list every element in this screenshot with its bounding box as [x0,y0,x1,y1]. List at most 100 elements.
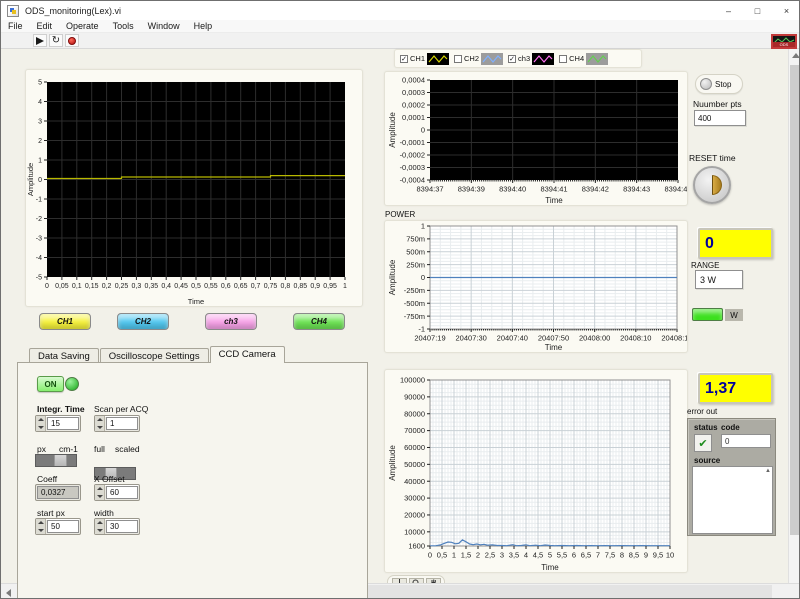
code-field[interactable]: 0 [721,434,771,448]
svg-text:10: 10 [666,551,674,560]
width-spinner[interactable]: 30 [94,518,140,535]
range-label: RANGE [691,261,719,270]
svg-text:0,75: 0,75 [264,283,278,290]
ch4-button[interactable]: CH4 [293,313,345,330]
scroll-left-icon[interactable] [6,589,11,597]
increment-arrow-icon[interactable] [36,416,45,424]
start-px-label: start px [37,508,65,518]
increment-arrow-icon[interactable] [95,519,104,527]
svg-text:2: 2 [476,551,480,560]
integr-time-label: Integr. Time [37,404,85,414]
abort-button[interactable] [65,34,79,47]
menu-file[interactable]: File [1,21,30,31]
ch2-plot-swatch[interactable] [481,53,503,65]
x-offset-spinner[interactable]: 60 [94,484,140,501]
ch4-plot-swatch[interactable] [586,53,608,65]
decrement-arrow-icon[interactable] [95,424,104,432]
scope-waveform-chart: 543210-1-2-3-4-500,050,10,150,20,250,30,… [25,69,363,307]
ccd-status-led [65,377,79,391]
svg-text:500m: 500m [406,247,425,256]
svg-text:7,5: 7,5 [605,551,615,560]
svg-text:1: 1 [421,222,425,231]
svg-text:20408:00: 20408:00 [579,334,610,343]
svg-text:0,0001: 0,0001 [402,113,425,122]
width-field[interactable]: 30 [106,520,138,533]
increment-arrow-icon[interactable] [95,485,104,493]
stop-button[interactable]: Stop [695,74,743,94]
scan-per-acq-field[interactable]: 1 [106,417,138,430]
range-combo[interactable]: 3 W [695,270,743,289]
ch3-button[interactable]: ch3 [205,313,257,330]
scroll-up-icon[interactable]: ▲ [765,468,771,474]
ch1-button[interactable]: CH1 [39,313,91,330]
minimize-button[interactable]: – [714,1,743,20]
ch3-plot-swatch[interactable] [532,53,554,65]
switch-handle[interactable] [54,455,67,466]
svg-text:80000: 80000 [404,409,425,418]
svg-text:250m: 250m [406,260,425,269]
close-button[interactable]: × [772,1,800,20]
run-continuous-button[interactable]: ↻ [49,34,63,47]
integr-time-field[interactable]: 15 [47,417,79,430]
svg-text:8394:43: 8394:43 [623,185,650,194]
menu-edit[interactable]: Edit [30,21,60,31]
maximize-button[interactable]: □ [743,1,772,20]
start-px-spinner[interactable]: 50 [35,518,81,535]
w-unit-led[interactable] [692,308,723,321]
tab-bar: Data Saving Oscilloscope Settings CCD Ca… [29,346,286,363]
tab-ccd-camera[interactable]: CCD Camera [210,346,285,363]
increment-arrow-icon[interactable] [36,519,45,527]
svg-text:0,55: 0,55 [204,283,218,290]
ch2-button[interactable]: CH2 [117,313,169,330]
tab-data-saving[interactable]: Data Saving [29,348,99,363]
scaled-label: scaled [115,444,140,454]
ccd-on-button[interactable]: ON [37,376,64,392]
ccd-spectrum-chart: 1000009000080000700006000050000400003000… [384,369,688,573]
vertical-scrollbar-thumb[interactable] [790,65,800,535]
decrement-arrow-icon[interactable] [36,527,45,535]
decrement-arrow-icon[interactable] [95,527,104,535]
increment-arrow-icon[interactable] [95,416,104,424]
menu-window[interactable]: Window [141,21,187,31]
number-pts-input[interactable]: 400 [694,110,746,126]
ch1-checkbox[interactable]: ✓ [400,55,408,63]
start-px-field[interactable]: 50 [47,520,79,533]
px-cm1-switch[interactable] [35,454,77,467]
ch1-plot-swatch[interactable] [427,53,449,65]
svg-text:8: 8 [620,551,624,560]
svg-text:0,0004: 0,0004 [402,76,425,85]
abort-icon [68,37,76,45]
svg-text:Time: Time [188,297,204,306]
tab-oscilloscope-settings[interactable]: Oscilloscope Settings [100,348,209,363]
menu-operate[interactable]: Operate [59,21,106,31]
decrement-arrow-icon[interactable] [36,424,45,432]
ch2-checkbox[interactable] [454,55,462,63]
svg-text:Time: Time [541,563,559,572]
svg-text:Time: Time [545,196,563,205]
app-icon [7,5,19,17]
svg-text:Amplitude: Amplitude [388,112,397,148]
menu-help[interactable]: Help [187,21,220,31]
svg-text:5: 5 [38,79,42,86]
integr-time-spinner[interactable]: 15 [35,415,81,432]
svg-text:4: 4 [38,99,42,106]
multi-channel-chart: 0,00040,00030,00020,00010-0,0001-0,0002-… [384,71,688,206]
ch4-checkbox[interactable] [559,55,567,63]
reset-time-button[interactable] [693,166,731,204]
run-button[interactable] [33,34,47,47]
svg-text:1,5: 1,5 [461,551,471,560]
coeff-label: Coeff [37,474,57,484]
source-textarea[interactable]: ▲ [692,466,773,534]
vertical-scrollbar[interactable] [788,49,800,583]
svg-text:2: 2 [38,138,42,145]
menu-tools[interactable]: Tools [106,21,141,31]
legend-item-ch1: ✓ CH1 [400,53,449,65]
menu-bar: File Edit Operate Tools Window Help [1,20,800,33]
scroll-up-icon[interactable] [792,53,800,58]
svg-text:0,65: 0,65 [234,283,248,290]
px-label: px [37,444,46,454]
ch3-checkbox[interactable]: ✓ [508,55,516,63]
x-offset-field[interactable]: 60 [106,486,138,499]
decrement-arrow-icon[interactable] [95,493,104,501]
scan-per-acq-spinner[interactable]: 1 [94,415,140,432]
